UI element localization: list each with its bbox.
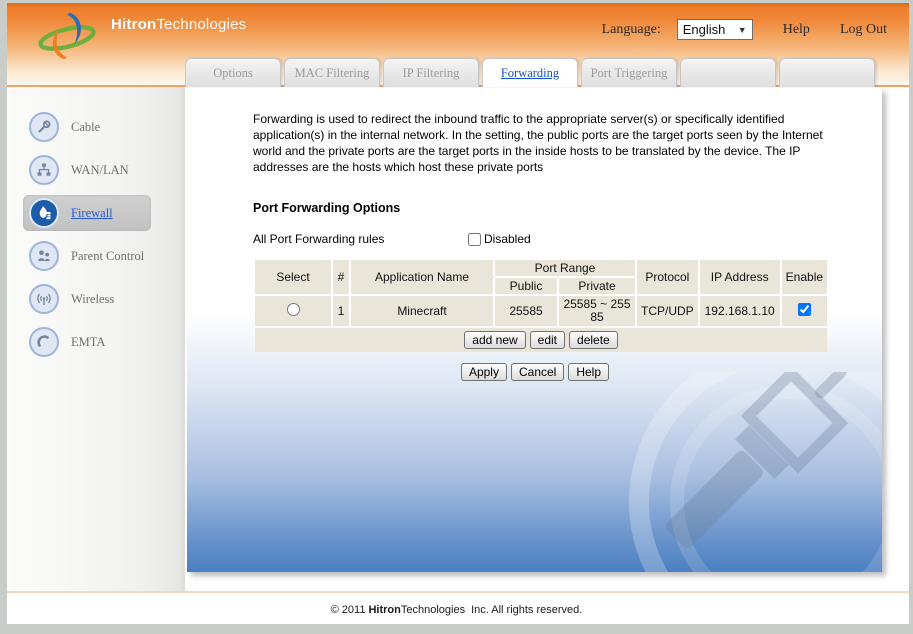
chevron-down-icon: ▼ [738,25,747,35]
firewall-icon [29,198,59,228]
table-row: 1 Minecraft 25585 25585 ~ 25585 TCP/UDP … [255,296,827,326]
plug-watermark-icon [552,372,882,572]
language-label: Language: [602,22,661,38]
sidebar-item-firewall[interactable]: Firewall [23,195,151,231]
window-frame: HitronTechnologies Language: English ▼ H… [0,0,913,634]
tab-port-triggering[interactable]: Port Triggering [581,58,677,87]
sidebar-item-cable[interactable]: Cable [23,109,151,145]
rule-public-port: 25585 [495,296,557,326]
forwarding-description: Forwarding is used to redirect the inbou… [253,111,835,175]
all-rules-label: All Port Forwarding rules [253,232,468,246]
rule-ip-address: 192.168.1.10 [700,296,780,326]
action-buttons: ApplyCancelHelp [253,363,817,381]
body: Cable WAN/LAN [7,87,909,591]
rule-select-radio[interactable] [287,303,300,316]
tab-empty-2 [779,58,875,87]
logout-link[interactable]: Log Out [840,22,887,38]
header-controls: Language: English ▼ Help Log Out [602,19,887,40]
content-panel: Forwarding is used to redirect the inbou… [187,88,882,572]
col-header-private: Private [559,278,635,294]
add-new-button[interactable]: add new [464,331,525,349]
wan-lan-icon [29,155,59,185]
edit-button[interactable]: edit [530,331,565,349]
parent-control-icon [29,241,59,271]
rule-enable-checkbox[interactable] [798,303,811,316]
sidebar-item-parent-control[interactable]: Parent Control [23,238,151,274]
disabled-label: Disabled [484,232,531,246]
tab-ip-filtering[interactable]: IP Filtering [383,58,479,87]
port-forwarding-table: Select # Application Name Port Range Pro… [253,258,829,354]
all-rules-row: All Port Forwarding rules Disabled [253,232,832,246]
footer-brand: HitronTechnologies [368,604,468,616]
language-select[interactable]: English ▼ [677,19,753,40]
help-button[interactable]: Help [568,363,609,381]
brand-text: HitronTechnologies [111,16,246,33]
col-header-enable: Enable [782,260,827,294]
rule-application-name: Minecraft [351,296,493,326]
sidebar-item-wireless[interactable]: Wireless [23,281,151,317]
help-link[interactable]: Help [783,22,810,38]
col-header-application-name: Application Name [351,260,493,294]
sidebar-item-emta[interactable]: EMTA [23,324,151,360]
tab-options[interactable]: Options [185,58,281,87]
col-header-port-range: Port Range [495,260,635,276]
disabled-checkbox[interactable] [468,233,481,246]
table-button-row: add new editdelete [255,328,827,352]
rule-protocol: TCP/UDP [637,296,698,326]
language-selected-value: English [683,22,726,37]
apply-button[interactable]: Apply [461,363,507,381]
emta-icon [29,327,59,357]
cancel-button[interactable]: Cancel [511,363,564,381]
col-header-ip-address: IP Address [700,260,780,294]
header: HitronTechnologies Language: English ▼ H… [7,3,909,87]
copyright-suffix: Inc. All rights reserved. [471,604,582,616]
tab-forwarding[interactable]: Forwarding [482,58,578,87]
rule-number: 1 [333,296,349,326]
tab-bar: Options MAC Filtering IP Filtering Forwa… [185,58,875,87]
col-header-protocol: Protocol [637,260,698,294]
col-header-select: Select [255,260,331,294]
tab-mac-filtering[interactable]: MAC Filtering [284,58,380,87]
sidebar-item-wan-lan[interactable]: WAN/LAN [23,152,151,188]
hitron-logo-icon [35,11,99,66]
sidebar: Cable WAN/LAN [7,87,185,591]
tab-empty-1 [680,58,776,87]
wireless-icon [29,284,59,314]
router-admin-page: HitronTechnologies Language: English ▼ H… [7,3,909,624]
cable-icon [29,112,59,142]
delete-button[interactable]: delete [569,331,618,349]
footer: © 2011HitronTechnologiesInc. All rights … [7,591,909,624]
rule-private-port: 25585 ~ 25585 [559,296,635,326]
copyright-prefix: © 2011 [331,604,366,616]
section-title: Port Forwarding Options [253,201,832,215]
col-header-public: Public [495,278,557,294]
col-header-number: # [333,260,349,294]
